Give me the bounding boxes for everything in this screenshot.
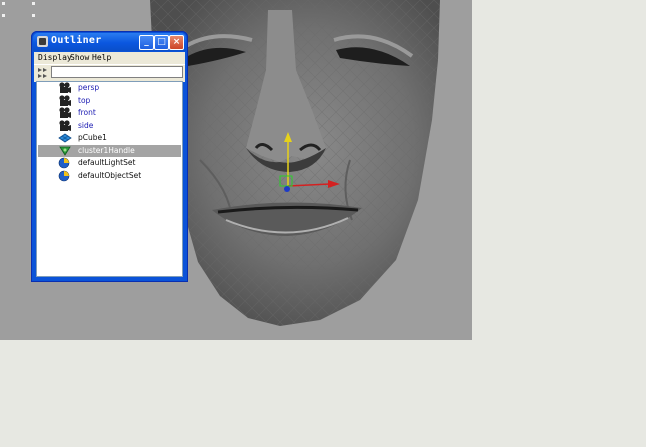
menu-bar: Display Show Help	[34, 52, 185, 64]
outliner-list[interactable]: persp top front side pCube1 cluster1Hand…	[36, 81, 183, 277]
z-axis-handle	[284, 186, 290, 192]
window-title: Outliner	[51, 35, 102, 46]
list-item-pcube1[interactable]: pCube1	[38, 132, 181, 144]
maya-app-icon	[37, 36, 48, 47]
filter-row	[34, 64, 185, 82]
list-item-label: defaultLightSet	[78, 158, 136, 167]
cluster-handle-icon	[59, 146, 71, 156]
viewport-marker	[32, 2, 35, 5]
viewport-marker	[32, 14, 35, 17]
list-item-defaultlightset[interactable]: defaultLightSet	[38, 157, 181, 169]
maximize-button[interactable]: □	[154, 35, 169, 50]
list-item-top[interactable]: top	[38, 94, 181, 107]
list-item-front[interactable]: front	[38, 107, 181, 119]
mesh-icon	[58, 133, 72, 143]
list-item-label: top	[78, 95, 91, 105]
camera-icon	[59, 82, 71, 93]
minimize-button[interactable]: _	[139, 35, 154, 50]
viewport-marker	[2, 14, 5, 17]
list-item-label: cluster1Handle	[78, 145, 135, 155]
set-icon	[58, 170, 70, 181]
list-item-defaultobjectset[interactable]: defaultObjectSet	[38, 170, 181, 182]
list-item-label: side	[78, 120, 94, 130]
camera-icon	[59, 94, 71, 106]
list-item-label: front	[78, 108, 96, 117]
set-icon	[58, 157, 70, 169]
outliner-window[interactable]: Outliner _ □ × Display Show Help persp t…	[31, 31, 188, 282]
title-bar[interactable]: Outliner _ □ ×	[33, 33, 186, 51]
list-item-label: defaultObjectSet	[78, 170, 142, 180]
camera-icon	[59, 119, 71, 131]
menu-help[interactable]: Help	[92, 52, 111, 64]
filter-arrows-icon[interactable]	[37, 67, 49, 78]
list-item-side[interactable]: side	[38, 119, 181, 132]
menu-display[interactable]: Display	[38, 52, 72, 64]
menu-show[interactable]: Show	[70, 52, 89, 64]
list-item-cluster1handle[interactable]: cluster1Handle	[38, 144, 181, 157]
camera-icon	[59, 107, 71, 118]
close-button[interactable]: ×	[169, 35, 184, 50]
list-item-label: pCube1	[78, 133, 107, 142]
list-item-label: persp	[78, 83, 100, 92]
filter-input[interactable]	[51, 66, 183, 78]
list-item-persp[interactable]: persp	[38, 82, 181, 94]
viewport-marker	[2, 2, 5, 5]
